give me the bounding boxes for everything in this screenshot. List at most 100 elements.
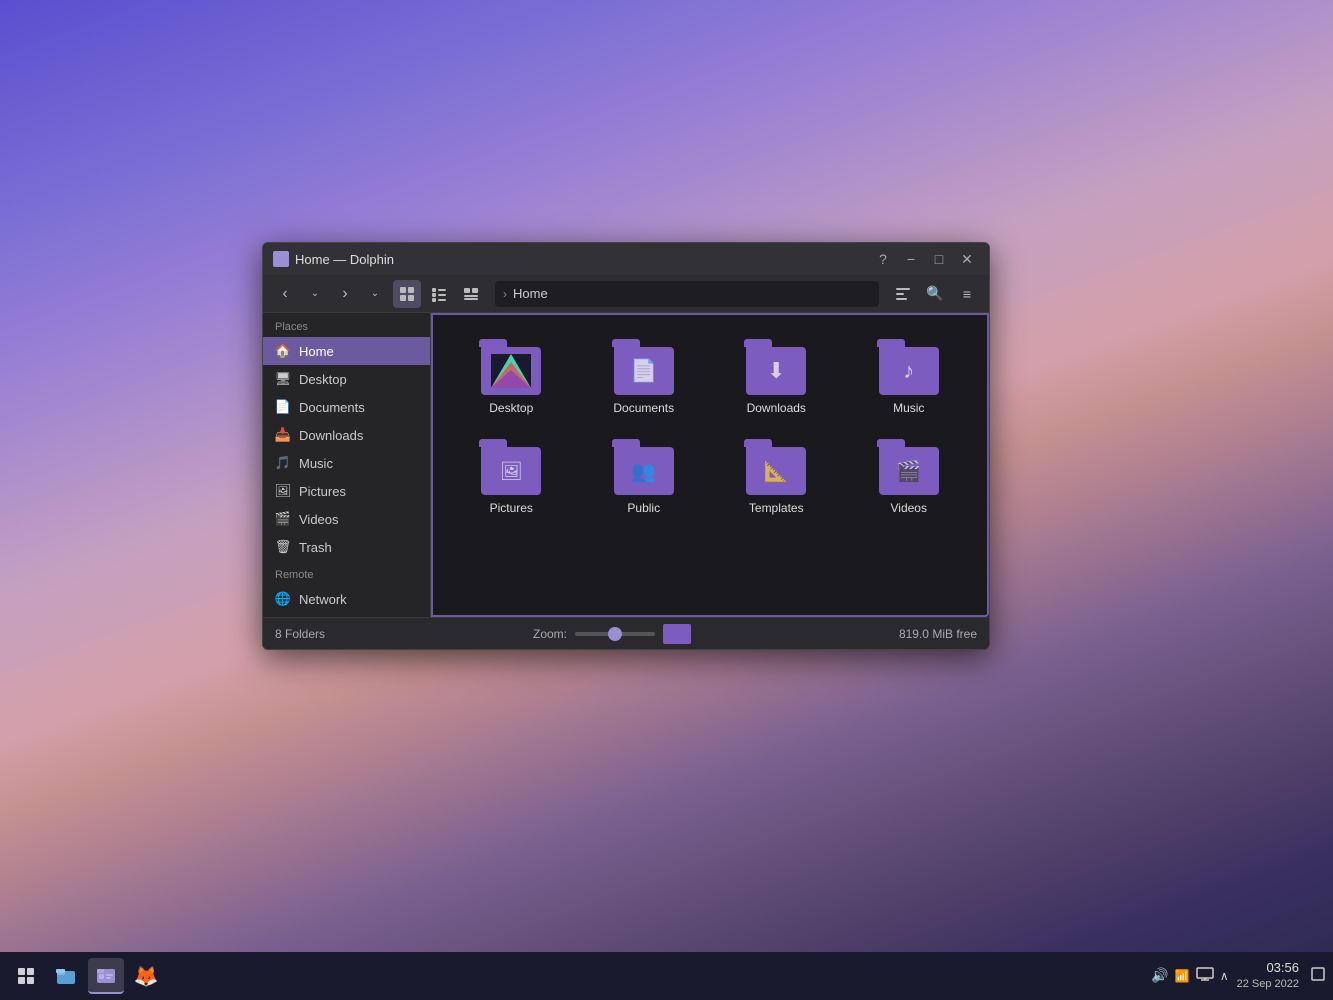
- pictures-folder-icon: 🖼: [479, 439, 543, 495]
- documents-folder-icon: 📄: [612, 339, 676, 395]
- home-icon: 🏠: [275, 343, 291, 359]
- main-content: Places 🏠 Home 🖥 Desktop 📄 Documents 📥 Do…: [263, 313, 989, 617]
- taskbar-left: 🦊: [8, 958, 164, 994]
- network-tray-icon[interactable]: 📶: [1175, 969, 1190, 983]
- help-button[interactable]: ?: [871, 249, 895, 269]
- sidebar-item-documents[interactable]: 📄 Documents: [263, 393, 430, 421]
- templates-folder-icon: 📐: [744, 439, 808, 495]
- file-name-music: Music: [893, 401, 924, 415]
- sidebar-item-pictures-label: Pictures: [299, 484, 346, 499]
- breadcrumb-bar[interactable]: › Home: [495, 281, 879, 307]
- file-name-public: Public: [627, 501, 660, 515]
- taskbar-right: 🔊 📶 ∧ 03:56 22 Sep 2022: [1151, 959, 1325, 993]
- file-name-videos: Videos: [891, 501, 927, 515]
- trash-icon: 🗑: [275, 539, 291, 555]
- dolphin-window: Home — Dolphin ? − □ ✕ ‹ ⌄ › ⌄: [262, 242, 990, 650]
- taskbar-clock: 03:56 22 Sep 2022: [1237, 959, 1299, 993]
- up-button[interactable]: ⌄: [361, 280, 389, 308]
- videos-icon: 🎬: [275, 511, 291, 527]
- sidebar-item-network[interactable]: 🌐 Network: [263, 585, 430, 613]
- minimize-button[interactable]: −: [899, 249, 923, 269]
- title-bar-left: Home — Dolphin: [273, 251, 394, 267]
- taskbar-file-manager-small[interactable]: [48, 958, 84, 994]
- file-name-pictures: Pictures: [490, 501, 533, 515]
- nav-dropdown-button[interactable]: ⌄: [301, 280, 329, 308]
- public-folder-icon: 👥: [612, 439, 676, 495]
- taskbar-dolphin[interactable]: [88, 958, 124, 994]
- menu-button[interactable]: ≡: [953, 280, 981, 308]
- sidebar-item-desktop[interactable]: 🖥 Desktop: [263, 365, 430, 393]
- sidebar-item-trash-label: Trash: [299, 540, 332, 555]
- breadcrumb-location: Home: [513, 286, 548, 301]
- zoom-label: Zoom:: [533, 627, 567, 641]
- sidebar-item-trash[interactable]: 🗑 Trash: [263, 533, 430, 561]
- documents-icon: 📄: [275, 399, 291, 415]
- title-bar: Home — Dolphin ? − □ ✕: [263, 243, 989, 275]
- folders-count: 8 Folders: [275, 627, 325, 641]
- sidebar-item-downloads-label: Downloads: [299, 428, 363, 443]
- file-name-templates: Templates: [749, 501, 804, 515]
- file-grid: Desktop 📄 Documents ⬇: [431, 313, 989, 617]
- desktop-icon: 🖥: [275, 371, 291, 387]
- sidebar-item-videos[interactable]: 🎬 Videos: [263, 505, 430, 533]
- search-button[interactable]: 🔍: [921, 280, 949, 308]
- dolphin-window-icon: [273, 251, 289, 267]
- free-space: 819.0 MiB free: [899, 627, 977, 641]
- toolbar-right: 🔍 ≡: [889, 280, 981, 308]
- sidebar: Places 🏠 Home 🖥 Desktop 📄 Documents 📥 Do…: [263, 313, 431, 617]
- sidebar-item-downloads[interactable]: 📥 Downloads: [263, 421, 430, 449]
- places-label: Places: [263, 313, 430, 337]
- downloads-icon: 📥: [275, 427, 291, 443]
- pictures-icon: 🖼: [275, 483, 291, 499]
- sidebar-item-music[interactable]: 🎵 Music: [263, 449, 430, 477]
- close-button[interactable]: ✕: [955, 249, 979, 269]
- sidebar-item-home-label: Home: [299, 344, 334, 359]
- zoom-slider[interactable]: [575, 632, 655, 636]
- taskbar: 🦊 🔊 📶 ∧ 03:56 22 Sep 2022: [0, 952, 1333, 1000]
- remote-label: Remote: [263, 561, 430, 585]
- volume-icon[interactable]: 🔊: [1151, 967, 1168, 984]
- file-item-desktop[interactable]: Desktop: [449, 331, 574, 423]
- file-item-downloads[interactable]: ⬇ Downloads: [714, 331, 839, 423]
- grid-view-button[interactable]: [393, 280, 421, 308]
- window-title: Home — Dolphin: [295, 252, 394, 267]
- file-item-pictures[interactable]: 🖼 Pictures: [449, 431, 574, 523]
- forward-button[interactable]: ›: [331, 280, 359, 308]
- videos-folder-icon: 🎬: [877, 439, 941, 495]
- display-icon[interactable]: [1196, 967, 1214, 984]
- chevron-up-icon[interactable]: ∧: [1220, 969, 1229, 983]
- file-item-documents[interactable]: 📄 Documents: [582, 331, 707, 423]
- sidebar-item-documents-label: Documents: [299, 400, 365, 415]
- status-bar: 8 Folders Zoom: 819.0 MiB free: [263, 617, 989, 649]
- taskbar-apps-menu[interactable]: [8, 958, 44, 994]
- breadcrumb-separator: ›: [503, 287, 507, 301]
- sidebar-item-music-label: Music: [299, 456, 333, 471]
- compact-view-button[interactable]: [425, 280, 453, 308]
- sidebar-item-home[interactable]: 🏠 Home: [263, 337, 430, 365]
- toolbar: ‹ ⌄ › ⌄: [263, 275, 989, 313]
- maximize-button[interactable]: □: [927, 249, 951, 269]
- file-name-desktop: Desktop: [489, 401, 533, 415]
- file-item-templates[interactable]: 📐 Templates: [714, 431, 839, 523]
- zoom-thumb: [608, 627, 622, 641]
- file-item-public[interactable]: 👥 Public: [582, 431, 707, 523]
- taskbar-tray: 🔊 📶 ∧: [1151, 967, 1228, 984]
- sidebar-item-desktop-label: Desktop: [299, 372, 347, 387]
- panel-button[interactable]: [889, 280, 917, 308]
- sidebar-item-videos-label: Videos: [299, 512, 339, 527]
- show-desktop-icon[interactable]: [1311, 967, 1325, 984]
- details-view-button[interactable]: [457, 280, 485, 308]
- back-button[interactable]: ‹: [271, 280, 299, 308]
- time-display: 03:56: [1237, 959, 1299, 977]
- date-display: 22 Sep 2022: [1237, 977, 1299, 992]
- zoom-preview: [663, 624, 691, 644]
- downloads-folder-icon: ⬇: [744, 339, 808, 395]
- file-item-music[interactable]: ♪ Music: [847, 331, 972, 423]
- taskbar-firefox[interactable]: 🦊: [128, 958, 164, 994]
- sidebar-item-pictures[interactable]: 🖼 Pictures: [263, 477, 430, 505]
- file-name-downloads: Downloads: [747, 401, 806, 415]
- nav-buttons: ‹ ⌄ › ⌄: [271, 280, 389, 308]
- title-bar-controls: ? − □ ✕: [871, 249, 979, 269]
- file-item-videos[interactable]: 🎬 Videos: [847, 431, 972, 523]
- sidebar-item-network-label: Network: [299, 592, 347, 607]
